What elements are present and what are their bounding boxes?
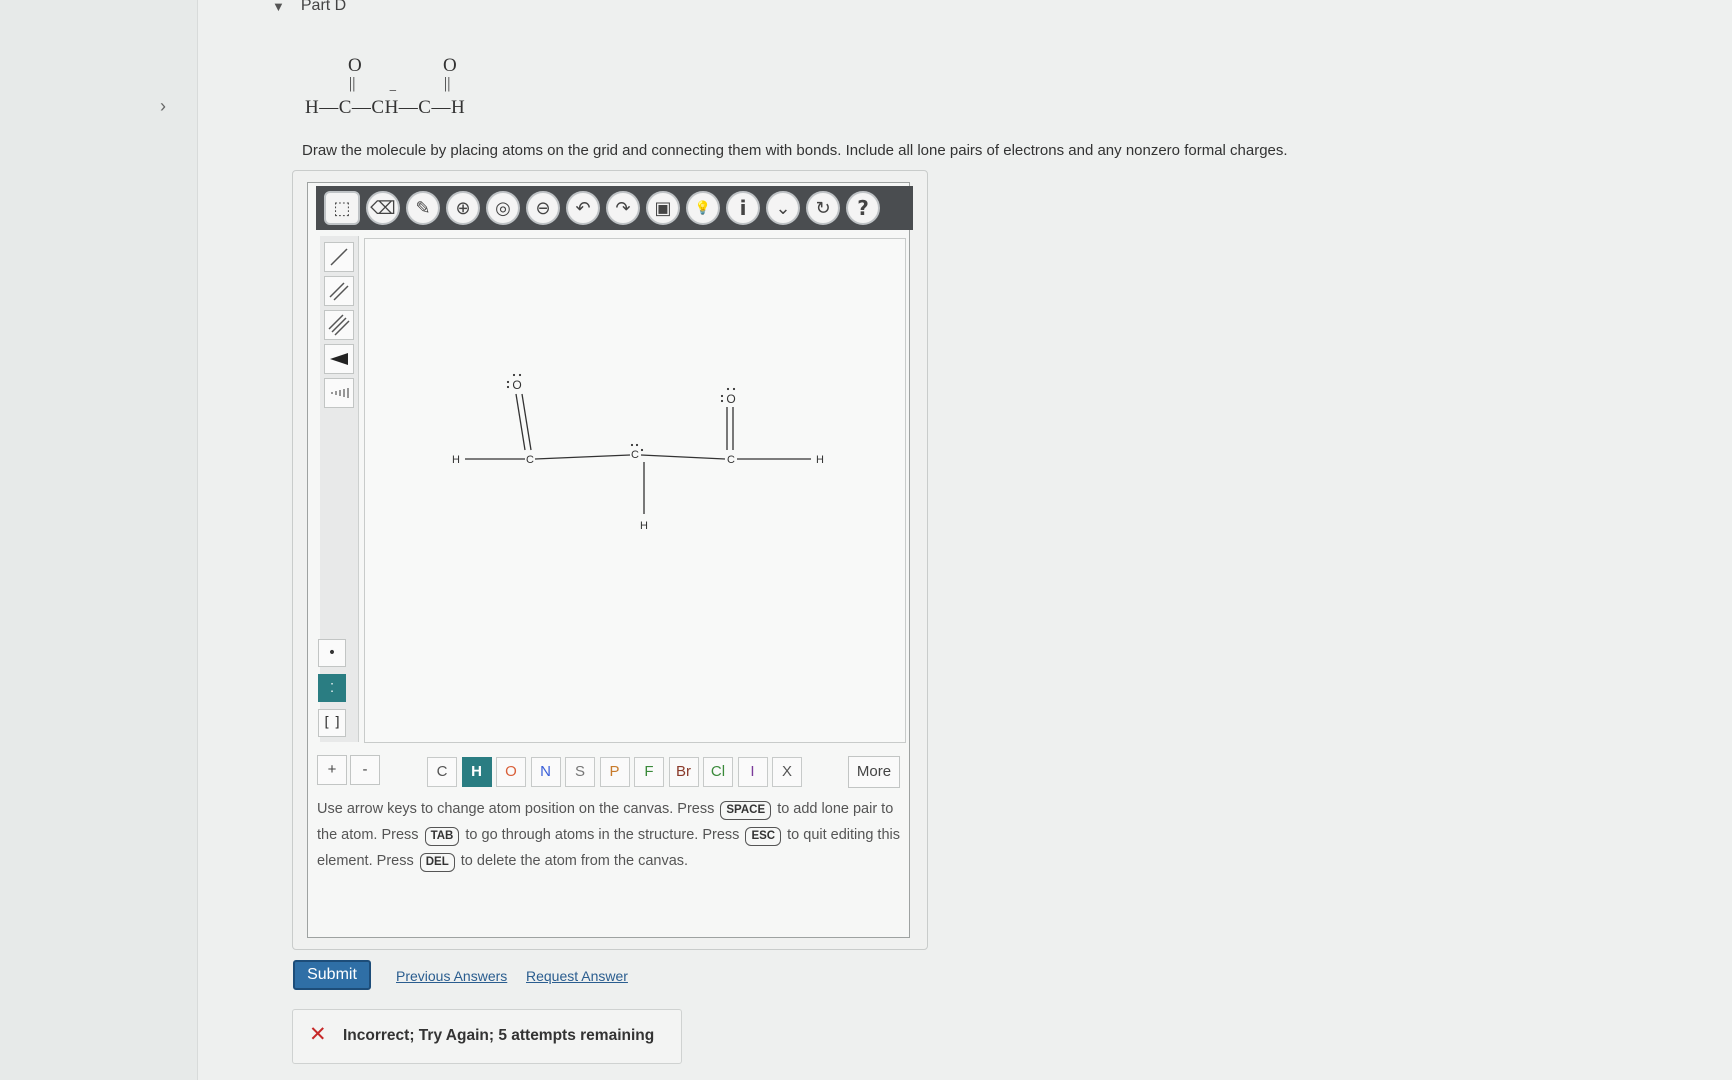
atom-h-left[interactable]: H xyxy=(452,454,460,466)
lone-pair-icon: ⁚ xyxy=(330,681,334,695)
space-key: SPACE xyxy=(720,801,772,820)
incorrect-x-icon: ✕ xyxy=(309,1022,327,1046)
formula-double-bond-1: || xyxy=(349,75,356,92)
help-text-5: to delete the atom from the canvas. xyxy=(460,853,689,869)
submit-button[interactable]: Submit xyxy=(293,960,371,990)
drawing-canvas[interactable]: H C O C H C O H xyxy=(364,238,906,743)
atom-o1[interactable]: O xyxy=(512,378,521,392)
hash-bond-button[interactable] xyxy=(324,378,354,408)
info-tool-button[interactable]: i xyxy=(726,191,760,225)
info-icon: i xyxy=(739,196,747,220)
atom-c2[interactable]: C xyxy=(631,449,639,461)
pen-tool-button[interactable]: ✎ xyxy=(406,191,440,225)
lone-pair-dots xyxy=(506,373,736,452)
help-text-3: to go through atoms in the structure. Pr… xyxy=(465,827,740,843)
brackets-button[interactable]: [ ] xyxy=(318,709,346,737)
eraser-icon: ⌫ xyxy=(370,197,396,219)
instructions: Draw the molecule by placing atoms on th… xyxy=(302,142,1288,159)
left-column: › xyxy=(0,0,198,1080)
molecule-drawing: H C O C H C O H xyxy=(452,373,824,532)
part-title: Part D xyxy=(300,0,347,14)
atom-button-h[interactable]: H xyxy=(461,757,492,787)
atom-h-mid[interactable]: H xyxy=(640,520,648,532)
brackets-icon: [ ] xyxy=(324,715,340,731)
atom-o2[interactable]: O xyxy=(726,392,735,406)
single-electron-button[interactable]: • xyxy=(318,639,346,667)
help-icon: ? xyxy=(857,196,869,220)
atom-button-f[interactable]: F xyxy=(634,757,664,787)
atom-button-c[interactable]: C xyxy=(427,757,457,787)
atom-button-i[interactable]: I xyxy=(737,757,768,787)
part-header[interactable]: ▼ Part D xyxy=(272,0,346,15)
atom-button-cl[interactable]: Cl xyxy=(703,757,733,787)
atom-button-n[interactable]: N xyxy=(530,757,561,787)
template-tool-button[interactable]: ▣ xyxy=(646,191,680,225)
hint-tool-button[interactable]: 💡 xyxy=(686,191,720,225)
atom-button-x[interactable]: X xyxy=(772,757,802,787)
atom-button-br[interactable]: Br xyxy=(668,757,699,787)
template-icon: ▣ xyxy=(654,197,672,219)
editor-toolbar: ⬚ ⌫ ✎ ⊕ ◎ ⊖ ↶ ↷ ▣ 💡 i ⌄ ↻? xyxy=(316,186,913,230)
reset-tool-button[interactable]: ↻ xyxy=(806,191,840,225)
feedback-message: Incorrect; Try Again; 5 attempts remaini… xyxy=(343,1027,655,1044)
keyboard-help: Use arrow keys to change atom position o… xyxy=(317,796,901,874)
zoom-out-icon: ⊖ xyxy=(535,197,551,219)
double-bond-icon xyxy=(329,282,349,301)
chevron-down-icon: ⌄ xyxy=(775,197,791,219)
lone-pair-button[interactable]: ⁚ xyxy=(318,674,346,702)
expand-arrow-icon[interactable]: › xyxy=(160,96,166,117)
positive-charge-button[interactable]: + xyxy=(317,755,347,785)
pencil-icon: ✎ xyxy=(415,197,431,219)
undo-tool-button[interactable]: ↶ xyxy=(566,191,600,225)
atom-h-right[interactable]: H xyxy=(816,454,824,466)
previous-answers-link[interactable]: Previous Answers xyxy=(396,968,507,984)
negative-charge-button[interactable]: - xyxy=(350,755,380,785)
wedge-bond-icon xyxy=(330,353,348,365)
redo-tool-button[interactable]: ↷ xyxy=(606,191,640,225)
wedge-bond-button[interactable] xyxy=(324,344,354,374)
feedback-box: ✕ Incorrect; Try Again; 5 attempts remai… xyxy=(292,1009,682,1064)
select-tool-button[interactable]: ⬚ xyxy=(324,191,360,225)
atom-button-o[interactable]: O xyxy=(496,757,526,787)
double-bond-button[interactable] xyxy=(324,276,354,306)
atom-c1[interactable]: C xyxy=(526,454,534,466)
tab-key: TAB xyxy=(424,827,460,846)
help-tool-button[interactable]: ? xyxy=(846,191,880,225)
collapse-caret-icon[interactable]: ▼ xyxy=(272,0,285,14)
del-key: DEL xyxy=(419,853,455,872)
zoom-in-icon: ⊕ xyxy=(455,197,471,219)
single-bond-button[interactable] xyxy=(324,242,354,272)
lightbulb-icon: 💡 xyxy=(694,200,712,216)
eraser-tool-button[interactable]: ⌫ xyxy=(366,191,400,225)
redo-icon: ↷ xyxy=(615,197,631,219)
zoom-out-tool-button[interactable]: ⊖ xyxy=(526,191,560,225)
dropdown-tool-button[interactable]: ⌄ xyxy=(766,191,800,225)
esc-key: ESC xyxy=(745,827,782,846)
formula-main-line: H—C—CH—C—H xyxy=(305,97,466,118)
hash-bond-icon xyxy=(331,388,349,398)
bond-c2-c3 xyxy=(640,454,726,460)
request-answer-link[interactable]: Request Answer xyxy=(526,968,628,984)
help-text-1: Use arrow keys to change atom position o… xyxy=(317,801,715,817)
undo-icon: ↶ xyxy=(575,197,591,219)
condensed-formula: O O || || − H—C—CH—C—H xyxy=(302,55,512,130)
atom-c3[interactable]: C xyxy=(727,454,735,466)
single-bond-icon xyxy=(330,248,348,266)
zoom-reset-tool-button[interactable]: ◎ xyxy=(486,191,520,225)
zoom-fit-icon: ◎ xyxy=(495,197,511,219)
triple-bond-button[interactable] xyxy=(324,310,354,340)
selection-icon: ⬚ xyxy=(333,197,351,219)
triple-bond-icon xyxy=(328,314,350,336)
single-dot-icon: • xyxy=(327,645,337,661)
atom-button-p[interactable]: P xyxy=(599,757,630,787)
more-atoms-button[interactable]: More xyxy=(848,756,900,788)
zoom-in-tool-button[interactable]: ⊕ xyxy=(446,191,480,225)
formula-double-bond-2: || xyxy=(444,75,451,92)
atom-button-s[interactable]: S xyxy=(565,757,595,787)
formula-oxygen-1: O xyxy=(348,55,362,76)
formula-oxygen-2: O xyxy=(443,55,457,76)
reset-icon: ↻ xyxy=(815,197,831,219)
bond-c1-c2 xyxy=(534,454,631,460)
